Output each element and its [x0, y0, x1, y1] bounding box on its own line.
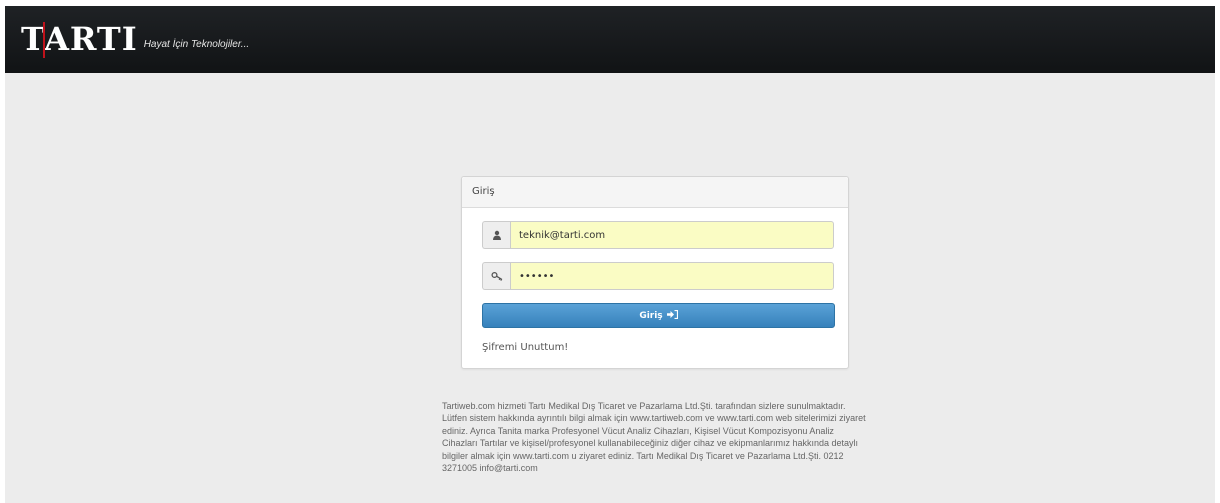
email-field[interactable] [510, 221, 834, 249]
login-button[interactable]: Giriş [482, 303, 835, 328]
sign-in-icon [666, 309, 678, 322]
password-field[interactable] [510, 262, 834, 290]
panel-title: Giriş [462, 177, 848, 208]
login-button-label: Giriş [639, 310, 663, 321]
logo-mark: TARTI [21, 20, 138, 58]
password-input-group [482, 262, 834, 290]
email-input-group [482, 221, 834, 249]
key-icon [482, 262, 510, 290]
brand-logo[interactable]: TARTI Hayat İçin Teknolojiler... [21, 19, 249, 59]
page: TARTI Hayat İçin Teknolojiler... Giriş t… [5, 6, 1215, 503]
logo-tagline: Hayat İçin Teknolojiler... [143, 38, 250, 50]
login-panel: Giriş Giriş [461, 176, 849, 369]
forgot-password-link[interactable]: Şifremi Unuttum! [482, 342, 568, 353]
navbar: TARTI Hayat İçin Teknolojiler... [5, 6, 1215, 73]
footer-info-text: Tartiweb.com hizmeti Tartı Medikal Dış T… [442, 401, 866, 474]
user-icon [482, 221, 510, 249]
